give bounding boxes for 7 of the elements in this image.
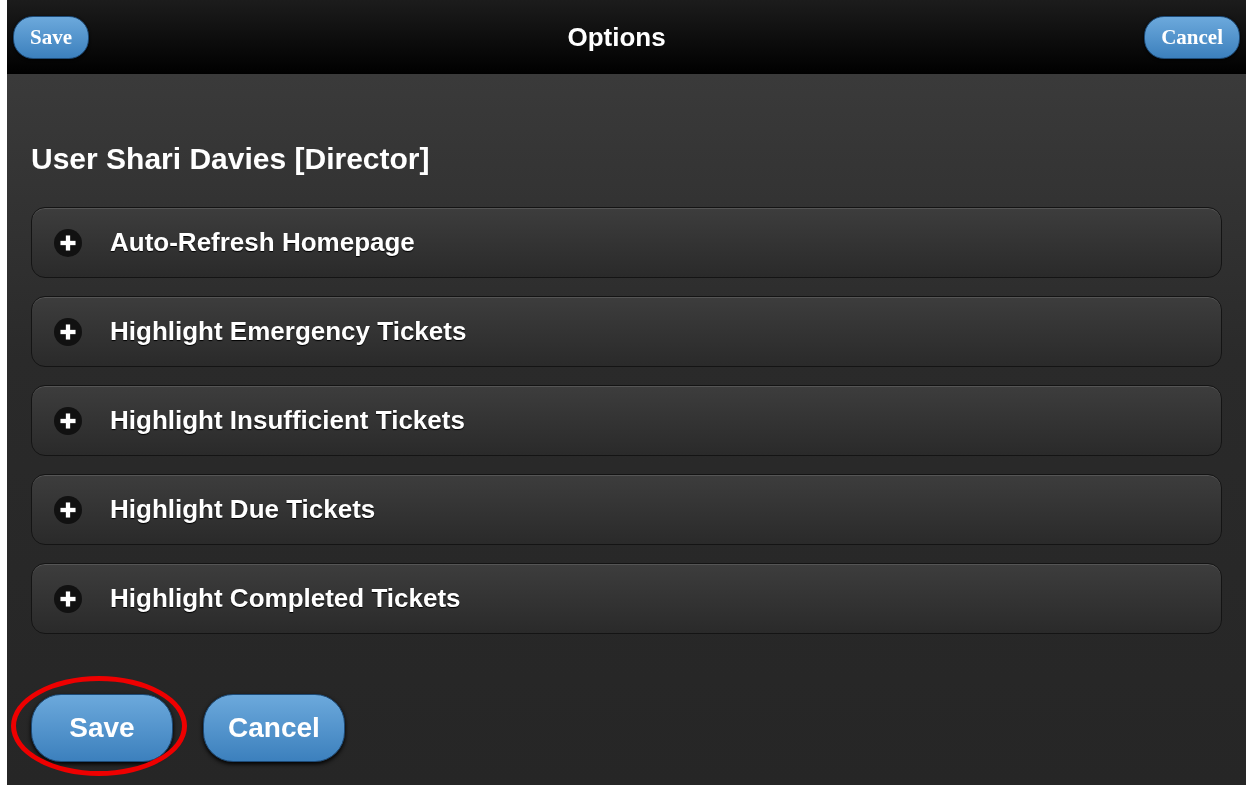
page-title: Options [567, 21, 666, 53]
collapsible-section[interactable]: Highlight Completed Tickets [31, 563, 1222, 634]
collapsible-section[interactable]: Auto-Refresh Homepage [31, 207, 1222, 278]
collapsible-section[interactable]: Highlight Due Tickets [31, 474, 1222, 545]
collapsible-section[interactable]: Highlight Emergency Tickets [31, 296, 1222, 367]
collapsible-section[interactable]: Highlight Insufficient Tickets [31, 385, 1222, 456]
user-heading: User Shari Davies [Director] [31, 142, 431, 176]
